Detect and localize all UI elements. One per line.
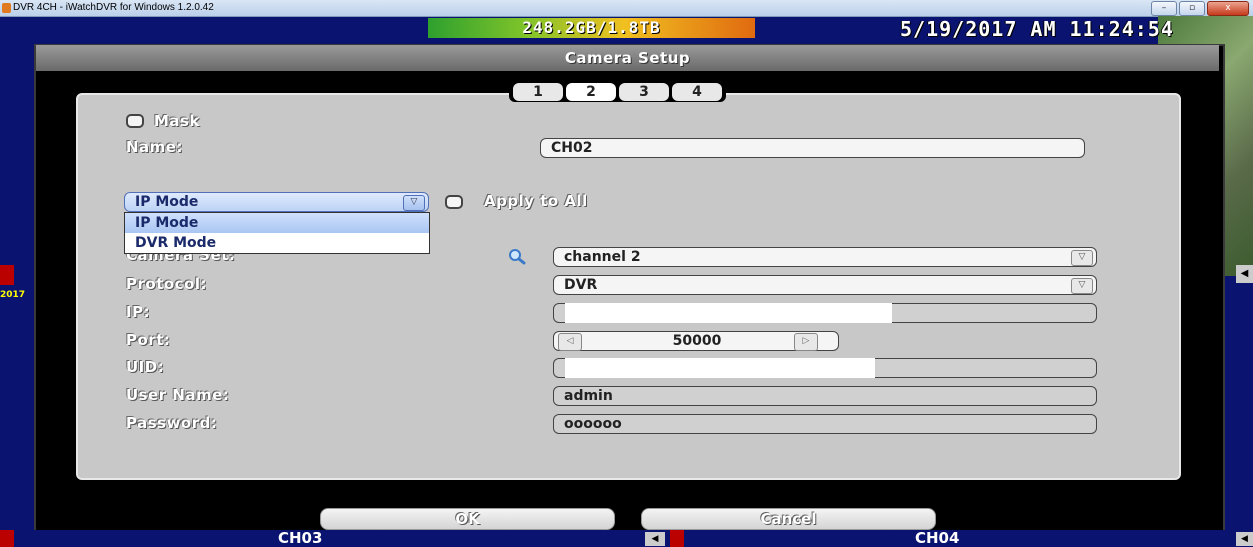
left-year-text: 2017 <box>0 290 26 300</box>
protocol-label: Protocol: <box>126 275 208 293</box>
cancel-button[interactable]: Cancel <box>641 508 936 530</box>
name-input[interactable]: CH02 <box>540 138 1085 158</box>
chevron-down-icon: ▽ <box>1071 278 1093 294</box>
ip-redacted-area <box>565 303 892 323</box>
channel-indicator-icon <box>0 530 14 547</box>
chevron-down-icon: ▽ <box>1071 250 1093 266</box>
tab-channel-4[interactable]: 4 <box>672 83 722 101</box>
channel-tabs: 1 2 3 4 <box>509 82 726 102</box>
ip-label: IP: <box>126 303 151 321</box>
datetime-display: 5/19/2017 AM 11:24:54 <box>900 17 1174 41</box>
username-label: User Name: <box>126 386 230 404</box>
increment-icon[interactable]: ▷ <box>794 333 818 351</box>
app-icon <box>2 3 11 13</box>
speaker-icon: ◀ <box>1236 265 1253 283</box>
port-label: Port: <box>126 331 171 349</box>
username-input[interactable]: admin <box>553 386 1097 406</box>
channel-label-ch04: CH04 <box>915 529 960 547</box>
bottom-channel-bar <box>0 530 1253 547</box>
mask-label: Mask <box>154 112 200 130</box>
speaker-icon: ◀ <box>645 532 665 546</box>
search-icon[interactable] <box>506 247 528 265</box>
minimize-button[interactable]: – <box>1151 1 1177 16</box>
storage-text: 248.2GB/1.8TB <box>522 18 661 37</box>
tab-channel-2[interactable]: 2 <box>566 83 616 101</box>
mode-dropdown-list: IP Mode DVR Mode <box>124 212 430 254</box>
ok-button[interactable]: OK <box>320 508 615 530</box>
tab-channel-3[interactable]: 3 <box>619 83 669 101</box>
channel-indicator-icon <box>670 530 684 547</box>
channel-label-ch03: CH03 <box>278 529 323 547</box>
uid-label: UID: <box>126 358 165 376</box>
mask-checkbox[interactable] <box>126 114 144 128</box>
mode-option-dvr[interactable]: DVR Mode <box>125 233 429 253</box>
protocol-select[interactable]: DVR ▽ <box>553 275 1097 295</box>
dialog-title: Camera Setup <box>36 45 1219 71</box>
mode-select-value: IP Mode <box>135 194 199 210</box>
protocol-value: DVR <box>564 277 598 293</box>
window-title: DVR 4CH - iWatchDVR for Windows 1.2.0.42 <box>13 2 214 13</box>
chevron-down-icon: ▽ <box>403 195 425 211</box>
apply-to-all-label: Apply to All <box>484 192 588 210</box>
uid-redacted-area <box>565 358 875 378</box>
name-label: Name: <box>126 138 183 156</box>
password-label: Password: <box>126 414 218 432</box>
port-stepper[interactable]: ◁ 50000 ▷ <box>553 331 839 351</box>
apply-to-all-checkbox[interactable] <box>445 195 463 209</box>
speaker-icon: ◀ <box>1236 532 1253 546</box>
channel-indicator-icon <box>0 265 14 285</box>
tab-channel-1[interactable]: 1 <box>513 83 563 101</box>
camera-set-value: channel 2 <box>564 249 641 265</box>
mode-option-ip[interactable]: IP Mode <box>125 213 429 233</box>
password-input[interactable]: oooooo <box>553 414 1097 434</box>
mode-select[interactable]: IP Mode ▽ <box>124 192 429 212</box>
maximize-button[interactable]: ▫ <box>1179 1 1205 16</box>
close-button[interactable]: x <box>1207 1 1249 16</box>
camera-set-select[interactable]: channel 2 ▽ <box>553 247 1097 267</box>
window-title-bar: DVR 4CH - iWatchDVR for Windows 1.2.0.42… <box>0 0 1253 17</box>
